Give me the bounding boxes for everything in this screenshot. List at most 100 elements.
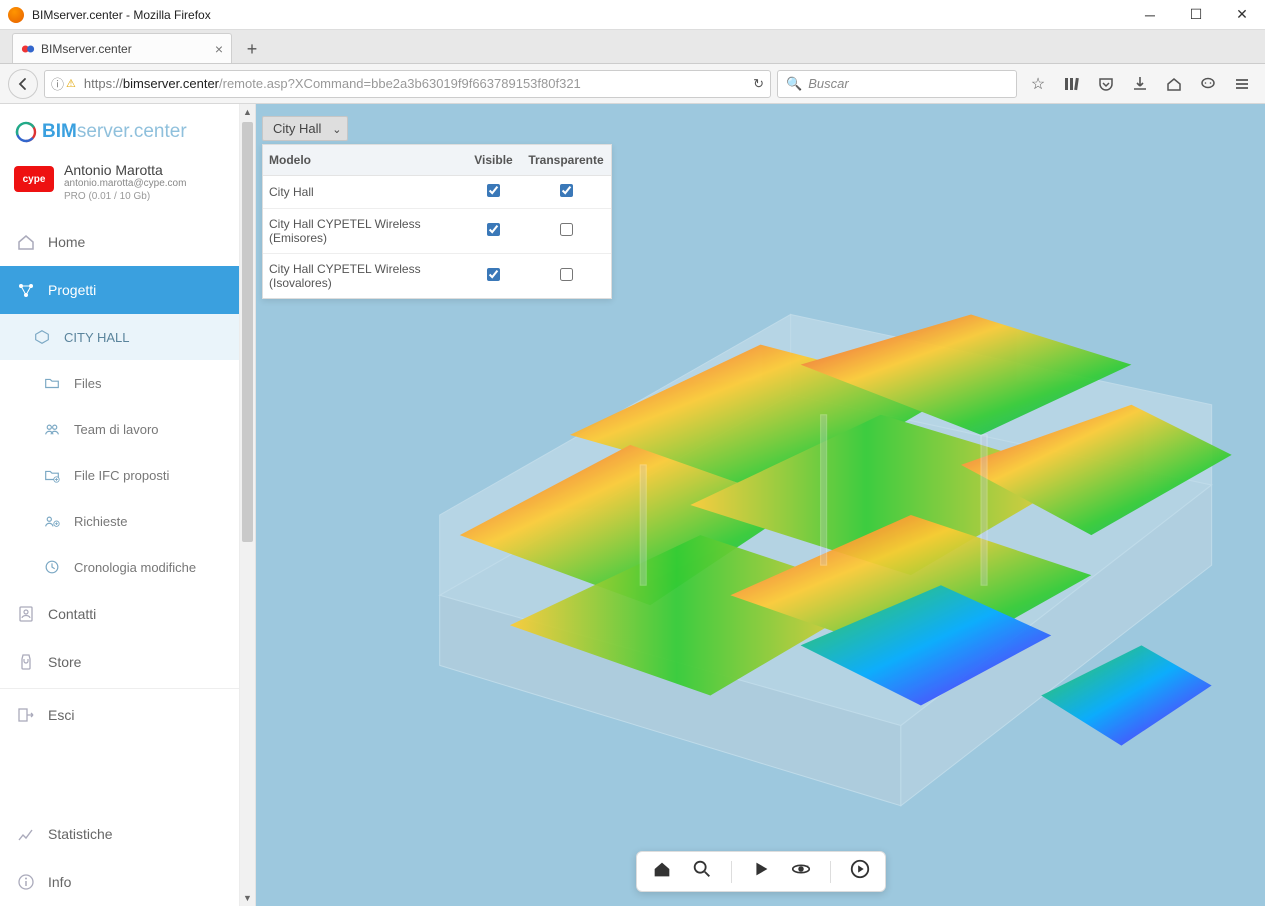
layers-panel: Modelo Visible Transparente City HallCit… xyxy=(262,144,612,299)
menu-button[interactable] xyxy=(1227,69,1257,99)
nav-projects[interactable]: Progetti xyxy=(0,266,239,314)
scroll-down-icon[interactable]: ▼ xyxy=(240,890,255,906)
nav-project-cityhall[interactable]: CITY HALL xyxy=(0,314,239,360)
window-maximize-button[interactable]: ☐ xyxy=(1173,0,1219,30)
nav-files-label: Files xyxy=(74,376,101,391)
window-title: BIMserver.center - Mozilla Firefox xyxy=(32,8,1127,22)
layer-name: City Hall CYPETEL Wireless (Isovalores) xyxy=(263,254,466,298)
layer-visible-checkbox[interactable] xyxy=(487,223,500,236)
user-plan: PRO (0.01 / 10 Gb) xyxy=(64,191,186,202)
view-home-button[interactable] xyxy=(651,858,673,885)
search-icon: 🔍 xyxy=(786,76,802,92)
layer-trans-checkbox[interactable] xyxy=(560,223,573,236)
view-zoom-button[interactable] xyxy=(691,858,713,885)
new-tab-button[interactable]: + xyxy=(238,35,266,63)
search-field[interactable]: 🔍 Buscar xyxy=(777,70,1017,98)
user-email: antonio.marotta@cype.com xyxy=(64,178,186,189)
layer-row: City Hall xyxy=(263,176,611,209)
brand-logo[interactable]: BIMserver.center xyxy=(0,104,239,152)
window-titlebar: BIMserver.center - Mozilla Firefox ─ ☐ ✕ xyxy=(0,0,1265,30)
nav-stats-label: Statistiche xyxy=(48,826,113,842)
brand-bold: BIM xyxy=(42,121,77,142)
url-host: bimserver.center xyxy=(123,76,219,91)
window-minimize-button[interactable]: ─ xyxy=(1127,0,1173,30)
nav-ifc-label: File IFC proposti xyxy=(74,468,169,483)
view-play-button[interactable] xyxy=(750,858,772,885)
url-field[interactable]: ⓘ⚠ https://bimserver.center/remote.asp?X… xyxy=(44,70,771,98)
projects-icon xyxy=(16,280,36,300)
info-icon xyxy=(16,872,36,892)
nav-requests[interactable]: Richieste xyxy=(0,498,239,544)
nav-store[interactable]: Store xyxy=(0,638,239,686)
requests-icon xyxy=(42,512,62,530)
nav-home[interactable]: Home xyxy=(0,218,239,266)
scroll-up-icon[interactable]: ▲ xyxy=(240,104,255,120)
nav-store-label: Store xyxy=(48,654,81,670)
user-badge: cype xyxy=(14,166,54,192)
layer-trans-checkbox[interactable] xyxy=(560,268,573,281)
nav-ifc[interactable]: File IFC proposti xyxy=(0,452,239,498)
folder-plus-icon xyxy=(42,466,62,484)
stats-icon xyxy=(16,824,36,844)
layer-visible-checkbox[interactable] xyxy=(487,268,500,281)
layer-row: City Hall CYPETEL Wireless (Emisores) xyxy=(263,209,611,254)
scroll-thumb[interactable] xyxy=(242,122,253,542)
nav-exit[interactable]: Esci xyxy=(0,691,239,739)
folder-icon xyxy=(42,374,62,392)
layer-name: City Hall CYPETEL Wireless (Emisores) xyxy=(263,209,466,253)
viewport-3d[interactable]: City Hall ⌄ Modelo Visible Transparente … xyxy=(256,104,1265,906)
chat-button[interactable] xyxy=(1193,69,1223,99)
url-scheme: https:// xyxy=(84,76,123,91)
view-record-button[interactable] xyxy=(849,858,871,885)
model-selector-dropdown[interactable]: City Hall ⌄ xyxy=(262,116,348,141)
nav-team-label: Team di lavoro xyxy=(74,422,159,437)
clock-icon xyxy=(42,558,62,576)
search-placeholder: Buscar xyxy=(808,76,848,91)
home-button[interactable] xyxy=(1159,69,1189,99)
home-icon xyxy=(16,232,36,252)
col-visible: Visible xyxy=(466,145,521,175)
nav-stats[interactable]: Statistiche xyxy=(0,810,239,858)
layer-visible-checkbox[interactable] xyxy=(487,184,500,197)
page-content: BIMserver.center cype Antonio Marotta an… xyxy=(0,104,1265,906)
nav-history-label: Cronologia modifiche xyxy=(74,560,196,575)
nav-exit-label: Esci xyxy=(48,707,74,723)
contacts-icon xyxy=(16,604,36,624)
url-path: /remote.asp?XCommand=bbe2a3b63019f9f6637… xyxy=(219,76,581,91)
brand-rest: server.center xyxy=(77,121,187,142)
sidebar: BIMserver.center cype Antonio Marotta an… xyxy=(0,104,240,906)
layer-name: City Hall xyxy=(263,177,466,207)
nav-home-label: Home xyxy=(48,234,85,250)
nav-history[interactable]: Cronologia modifiche xyxy=(0,544,239,590)
tab-favicon-icon xyxy=(21,42,35,56)
exit-icon xyxy=(16,705,36,725)
brand-mark-icon xyxy=(14,120,38,144)
browser-tab[interactable]: BIMserver.center × xyxy=(12,33,232,63)
nav-contacts[interactable]: Contatti xyxy=(0,590,239,638)
firefox-icon xyxy=(8,7,24,23)
window-close-button[interactable]: ✕ xyxy=(1219,0,1265,30)
nav-requests-label: Richieste xyxy=(74,514,127,529)
site-identity-icon[interactable]: ⓘ⚠ xyxy=(51,74,78,93)
pocket-button[interactable] xyxy=(1091,69,1121,99)
col-modelo: Modelo xyxy=(263,145,466,175)
bookmark-star-button[interactable]: ☆ xyxy=(1023,69,1053,99)
sidebar-scrollbar[interactable]: ▲ ▼ xyxy=(240,104,256,906)
nav-project-label: CITY HALL xyxy=(64,330,130,345)
library-button[interactable] xyxy=(1057,69,1087,99)
nav-team[interactable]: Team di lavoro xyxy=(0,406,239,452)
tab-close-icon[interactable]: × xyxy=(215,41,223,57)
reload-button[interactable]: ↻ xyxy=(753,76,764,92)
back-button[interactable] xyxy=(8,69,38,99)
view-orbit-button[interactable] xyxy=(790,858,812,885)
layer-row: City Hall CYPETEL Wireless (Isovalores) xyxy=(263,254,611,298)
col-trans: Transparente xyxy=(521,145,611,175)
downloads-button[interactable] xyxy=(1125,69,1155,99)
nav-files[interactable]: Files xyxy=(0,360,239,406)
cube-icon xyxy=(32,328,52,346)
model-selector-label: City Hall xyxy=(273,121,321,136)
layer-trans-checkbox[interactable] xyxy=(560,184,573,197)
user-name: Antonio Marotta xyxy=(64,162,186,178)
user-block[interactable]: cype Antonio Marotta antonio.marotta@cyp… xyxy=(0,152,239,218)
nav-info[interactable]: Info xyxy=(0,858,239,906)
